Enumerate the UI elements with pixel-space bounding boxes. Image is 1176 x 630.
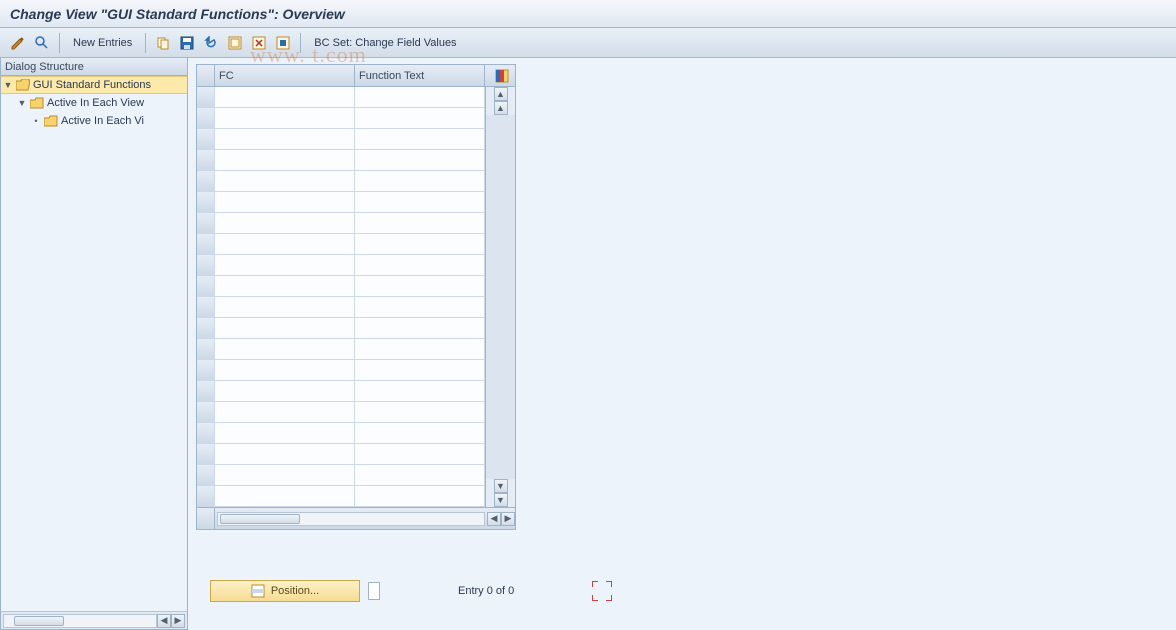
scroll-track[interactable] bbox=[3, 614, 157, 628]
table-row[interactable] bbox=[197, 171, 485, 192]
entry-count: Entry 0 of 0 bbox=[458, 585, 514, 597]
position-icon bbox=[251, 584, 265, 598]
table-row[interactable] bbox=[197, 423, 485, 444]
selection-brackets-icon bbox=[592, 581, 612, 601]
table-row[interactable] bbox=[197, 465, 485, 486]
table-row[interactable] bbox=[197, 213, 485, 234]
table-row[interactable] bbox=[197, 234, 485, 255]
new-entries-button[interactable]: New Entries bbox=[67, 35, 138, 51]
tree-header: Dialog Structure bbox=[1, 58, 187, 76]
tree-body: ▼ GUI Standard Functions ▼ Active In Eac… bbox=[1, 76, 187, 611]
grid-body: ▲ ▲ ▼ ▼ bbox=[197, 87, 515, 507]
save-icon[interactable] bbox=[177, 33, 197, 53]
scroll-down-icon[interactable]: ▼ bbox=[494, 479, 508, 493]
select-all-header[interactable] bbox=[197, 65, 215, 87]
table-row[interactable] bbox=[197, 129, 485, 150]
scroll-right-icon[interactable]: ▶ bbox=[171, 614, 185, 628]
folder-icon bbox=[30, 97, 44, 109]
separator bbox=[145, 33, 146, 53]
bcset-button[interactable]: BC Set: Change Field Values bbox=[308, 35, 462, 51]
page-title: Change View "GUI Standard Functions": Ov… bbox=[10, 6, 345, 22]
folder-open-icon bbox=[16, 79, 30, 91]
column-header-fc[interactable]: FC bbox=[215, 65, 355, 87]
scroll-left-icon[interactable]: ◀ bbox=[487, 512, 501, 526]
footer-cell bbox=[197, 508, 215, 529]
scroll-up-icon[interactable]: ▲ bbox=[494, 101, 508, 115]
content-panel: FC Function Text bbox=[188, 58, 1176, 630]
bottom-bar: Position... Entry 0 of 0 bbox=[210, 580, 612, 602]
tree-node-active-in-each-view-child[interactable]: • Active In Each Vi bbox=[1, 112, 187, 130]
column-header-function-text[interactable]: Function Text bbox=[355, 65, 485, 87]
table-row[interactable] bbox=[197, 381, 485, 402]
table-row[interactable] bbox=[197, 486, 485, 507]
table-row[interactable] bbox=[197, 108, 485, 129]
scroll-up-icon[interactable]: ▲ bbox=[494, 87, 508, 101]
delete-icon[interactable] bbox=[249, 33, 269, 53]
table-row[interactable] bbox=[197, 360, 485, 381]
expander-icon[interactable]: ▼ bbox=[3, 80, 13, 90]
scroll-left-icon[interactable]: ◀ bbox=[157, 614, 171, 628]
tree-node-active-in-each-view[interactable]: ▼ Active In Each View bbox=[1, 94, 187, 112]
table-row[interactable] bbox=[197, 402, 485, 423]
toolbar: New Entries BC Set: Change Field Values bbox=[0, 28, 1176, 58]
horizontal-scroll-track[interactable] bbox=[217, 512, 485, 526]
table-row[interactable] bbox=[197, 297, 485, 318]
table-row[interactable] bbox=[197, 276, 485, 297]
scroll-down-icon[interactable]: ▼ bbox=[494, 493, 508, 507]
main-area: Dialog Structure ▼ GUI Standard Function… bbox=[0, 58, 1176, 630]
tree-label: GUI Standard Functions bbox=[33, 79, 151, 91]
table-row[interactable] bbox=[197, 150, 485, 171]
position-input[interactable] bbox=[368, 582, 380, 600]
folder-icon bbox=[44, 115, 58, 127]
position-button[interactable]: Position... bbox=[210, 580, 360, 602]
table-row[interactable] bbox=[197, 318, 485, 339]
grid-rows bbox=[197, 87, 485, 507]
select-all-icon[interactable] bbox=[225, 33, 245, 53]
scroll-track[interactable] bbox=[486, 115, 515, 479]
separator bbox=[59, 33, 60, 53]
grid-footer: ◀ ▶ bbox=[197, 507, 515, 529]
scroll-thumb[interactable] bbox=[14, 616, 64, 626]
tree-label: Active In Each View bbox=[47, 97, 144, 109]
tree-horizontal-scrollbar[interactable]: ◀ ▶ bbox=[1, 611, 187, 629]
table-row[interactable] bbox=[197, 339, 485, 360]
table-row[interactable] bbox=[197, 255, 485, 276]
scroll-thumb[interactable] bbox=[220, 514, 300, 524]
delimit-icon[interactable] bbox=[273, 33, 293, 53]
display-change-icon[interactable] bbox=[8, 33, 28, 53]
tree-node-gui-standard-functions[interactable]: ▼ GUI Standard Functions bbox=[1, 76, 187, 94]
vertical-scrollbar[interactable]: ▲ ▲ ▼ ▼ bbox=[485, 87, 515, 507]
table-settings-icon[interactable] bbox=[485, 65, 515, 87]
find-icon[interactable] bbox=[32, 33, 52, 53]
undo-icon[interactable] bbox=[201, 33, 221, 53]
tree-label: Active In Each Vi bbox=[61, 115, 144, 127]
table-row[interactable] bbox=[197, 444, 485, 465]
title-bar: Change View "GUI Standard Functions": Ov… bbox=[0, 0, 1176, 28]
separator bbox=[300, 33, 301, 53]
expander-icon[interactable]: ▼ bbox=[17, 98, 27, 108]
data-grid: FC Function Text bbox=[196, 64, 516, 530]
bullet-icon: • bbox=[31, 116, 41, 126]
copy-icon[interactable] bbox=[153, 33, 173, 53]
table-row[interactable] bbox=[197, 87, 485, 108]
grid-header-row: FC Function Text bbox=[197, 65, 515, 87]
table-row[interactable] bbox=[197, 192, 485, 213]
dialog-structure-panel: Dialog Structure ▼ GUI Standard Function… bbox=[0, 58, 188, 630]
position-label: Position... bbox=[271, 585, 319, 597]
scroll-right-icon[interactable]: ▶ bbox=[501, 512, 515, 526]
